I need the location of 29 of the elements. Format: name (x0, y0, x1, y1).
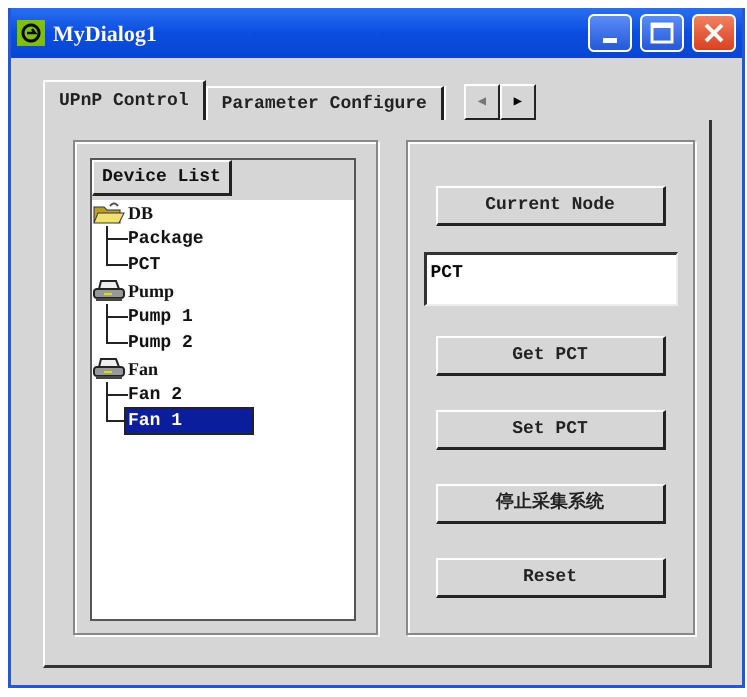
tree-item[interactable]: PCT (126, 253, 162, 277)
push-button[interactable]: Current Node (436, 186, 666, 226)
tree-item[interactable]: Pump (126, 279, 176, 303)
tree-item[interactable]: Fan 1 (126, 409, 252, 433)
window-title: MyDialog1 (53, 20, 158, 48)
minimize-button[interactable] (588, 14, 632, 52)
push-button[interactable]: Reset (436, 558, 666, 598)
minimize-icon (603, 38, 617, 42)
column-header[interactable]: Device List (92, 160, 232, 196)
push-button[interactable]: 停止采集系统 (436, 484, 666, 524)
tree-item[interactable]: Pump 2 (126, 331, 195, 355)
app-icon (17, 20, 45, 46)
push-button[interactable]: Set PCT (436, 410, 666, 450)
tree-item[interactable]: Package (126, 227, 206, 251)
maximize-icon (650, 22, 674, 44)
tree-item[interactable]: Fan (126, 357, 160, 381)
close-icon (703, 22, 725, 44)
tab[interactable]: UPnP Control (43, 80, 206, 120)
scroll-right-button[interactable]: ▶ (500, 84, 536, 120)
tree-item[interactable]: DB (126, 201, 156, 225)
maximize-button[interactable] (640, 14, 684, 52)
push-button[interactable]: Get PCT (436, 336, 666, 376)
printer-icon (92, 357, 126, 381)
close-button[interactable] (692, 14, 736, 52)
tree-item[interactable]: Fan 2 (126, 383, 184, 407)
tab[interactable]: Parameter Configure (206, 86, 444, 120)
printer-icon (92, 279, 126, 303)
tree-item[interactable]: Pump 1 (126, 305, 195, 329)
text-field[interactable]: PCT (424, 252, 678, 306)
